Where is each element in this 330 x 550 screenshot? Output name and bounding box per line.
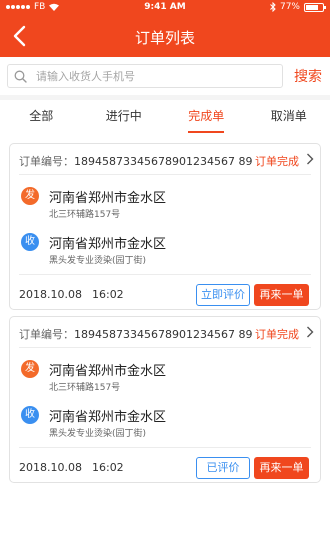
search-box <box>7 64 283 88</box>
divider <box>19 274 311 275</box>
order-number-value: 18945873345678901234567 89 <box>74 155 253 168</box>
review-button[interactable]: 已评价 <box>196 457 250 479</box>
order-datetime: 2018.10.08 16:02 <box>19 461 124 474</box>
search-input[interactable] <box>36 67 276 85</box>
app-header: FB 9:41 AM 77% 订单列表 <box>0 0 330 57</box>
battery-icon <box>304 2 326 12</box>
page-title: 订单列表 <box>134 29 195 47</box>
order-card[interactable]: 订单编号：18945873345678901234567 89 订单完成 发 河… <box>9 143 321 310</box>
search-icon <box>14 70 27 83</box>
tab-cancelled[interactable]: 取消单 <box>248 100 330 133</box>
divider <box>19 174 311 175</box>
search-button[interactable]: 搜索 <box>294 66 322 86</box>
sender-address-detail: 北三环辅路157号 <box>49 383 121 393</box>
order-tabs: 全部 进行中 完成单 取消单 <box>0 100 330 133</box>
order-card-header[interactable]: 订单编号：18945873345678901234567 89 订单完成 <box>10 317 320 347</box>
divider <box>19 447 311 448</box>
chevron-right-icon[interactable] <box>306 326 314 338</box>
order-time: 16:02 <box>91 461 124 474</box>
tab-in-progress[interactable]: 进行中 <box>83 100 166 133</box>
battery-level <box>306 4 319 10</box>
order-time: 16:02 <box>91 288 124 301</box>
tab-all[interactable]: 全部 <box>0 100 83 133</box>
order-list: 订单编号：18945873345678901234567 89 订单完成 发 河… <box>0 133 330 550</box>
order-number-label: 订单编号： <box>19 328 74 341</box>
receiver-address-main: 河南省郑州市金水区 <box>49 410 167 425</box>
reorder-button[interactable]: 再来一单 <box>254 457 309 479</box>
sender-badge: 发 <box>21 360 39 378</box>
sender-address-main: 河南省郑州市金水区 <box>49 364 167 379</box>
sender-address: 发 河南省郑州市金水区 北三环辅路157号 <box>21 187 311 221</box>
receiver-address: 收 河南省郑州市金水区 黑头发专业烫染(园丁街) <box>21 233 311 267</box>
order-number-value: 18945873345678901234567 89 <box>74 328 253 341</box>
receiver-address-main: 河南省郑州市金水区 <box>49 237 167 252</box>
divider <box>19 347 311 348</box>
bluetooth-icon <box>270 2 276 12</box>
sender-address: 发 河南省郑州市金水区 北三环辅路157号 <box>21 360 311 394</box>
order-number: 订单编号：18945873345678901234567 89 <box>19 153 252 169</box>
chevron-right-icon[interactable] <box>306 153 314 165</box>
order-date: 2018.10.08 <box>19 288 82 301</box>
receiver-address: 收 河南省郑州市金水区 黑头发专业烫染(园丁街) <box>21 406 311 440</box>
receiver-address-detail: 黑头发专业烫染(园丁街) <box>49 429 147 439</box>
order-card[interactable]: 订单编号：18945873345678901234567 89 订单完成 发 河… <box>9 316 321 483</box>
order-status: 订单完成 <box>255 328 299 341</box>
status-bar: FB 9:41 AM 77% <box>0 0 330 16</box>
battery-percent: 77% <box>279 2 300 12</box>
order-card-header[interactable]: 订单编号：18945873345678901234567 89 订单完成 <box>10 144 320 174</box>
order-date: 2018.10.08 <box>19 461 82 474</box>
search-bar: 搜索 <box>0 57 330 95</box>
sender-badge: 发 <box>21 187 39 205</box>
review-button[interactable]: 立即评价 <box>196 284 250 306</box>
order-number-label: 订单编号： <box>19 155 74 168</box>
order-number: 订单编号：18945873345678901234567 89 <box>19 326 252 342</box>
receiver-badge: 收 <box>21 233 39 251</box>
receiver-address-detail: 黑头发专业烫染(园丁街) <box>49 256 147 266</box>
order-status: 订单完成 <box>255 155 299 168</box>
receiver-badge: 收 <box>21 406 39 424</box>
sender-address-detail: 北三环辅路157号 <box>49 210 121 220</box>
tab-completed[interactable]: 完成单 <box>165 100 248 133</box>
sender-address-main: 河南省郑州市金水区 <box>49 191 167 206</box>
reorder-button[interactable]: 再来一单 <box>254 284 309 306</box>
order-datetime: 2018.10.08 16:02 <box>19 288 124 301</box>
